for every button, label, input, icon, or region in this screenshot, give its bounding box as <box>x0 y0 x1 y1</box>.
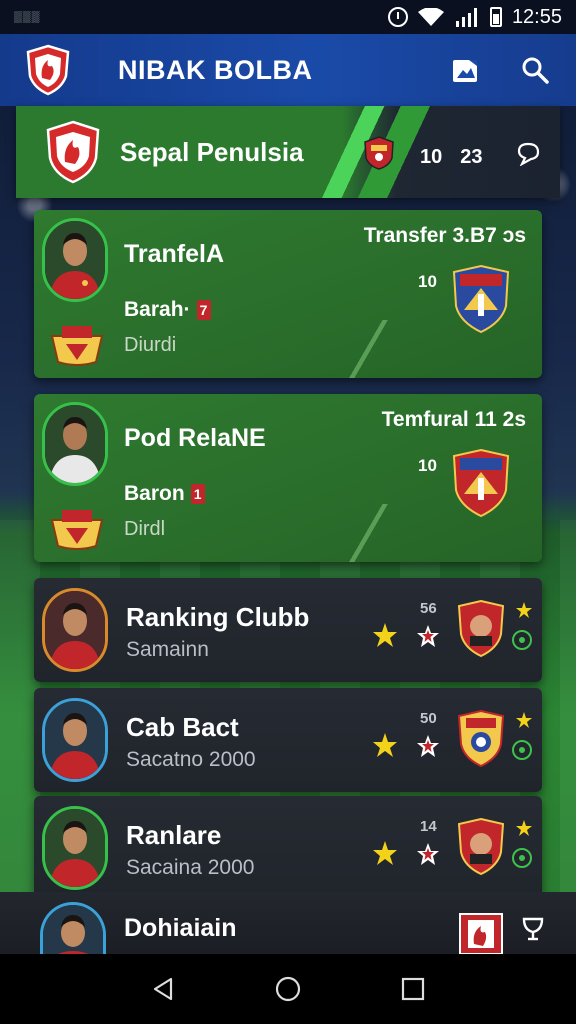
player-sub2: Diurdi <box>124 334 177 356</box>
carrier-text: ▒▒▒ <box>14 11 41 23</box>
score-left: 10 <box>420 146 443 168</box>
club-crest-icon <box>458 600 504 658</box>
player-portrait-icon <box>45 591 105 669</box>
status-dot-icon <box>512 630 532 650</box>
card-sweep <box>304 504 444 562</box>
back-icon <box>153 977 172 1001</box>
featured-match-row[interactable]: Sepal Penulsia 10 23 <box>16 106 560 198</box>
search-button[interactable] <box>520 55 550 85</box>
player-avatar <box>42 698 108 782</box>
player-portrait-icon <box>45 221 105 299</box>
app-bar: NIBAK BOLBA <box>0 34 576 106</box>
player-sub: Barah· 7 <box>124 298 211 322</box>
small-star-icon <box>516 820 532 836</box>
club-emblem-icon <box>50 510 104 550</box>
club-name: Cab Bact <box>126 712 239 742</box>
star-badge-icon <box>417 625 439 647</box>
system-nav-bar <box>0 954 576 1024</box>
ranking-card[interactable]: Ranlare Sacaina 2000 14 <box>34 796 542 900</box>
player-portrait-icon <box>45 809 105 887</box>
club-badge-icon <box>46 120 100 184</box>
status-dot-icon <box>512 848 532 868</box>
feature-score: 10 23 <box>420 146 483 169</box>
transfer-number: 10 <box>418 272 437 291</box>
club-emblem-icon <box>50 326 104 366</box>
mini-crest-icon <box>364 136 394 170</box>
status-dot-icon <box>512 740 532 760</box>
club-crest-icon <box>459 913 503 954</box>
app-title: NIBAK BOLBA <box>118 54 313 85</box>
wifi-icon <box>417 8 444 26</box>
transfer-number: 10 <box>418 456 437 475</box>
rank-number: 56 <box>420 600 437 617</box>
status-icons: 12:55 <box>387 5 562 29</box>
edit-image-button[interactable] <box>450 55 480 85</box>
player-sub-text: Barah· <box>124 298 191 321</box>
player-avatar <box>42 402 108 486</box>
score-right: 23 <box>460 146 483 168</box>
club-crest-icon <box>458 818 504 876</box>
shield-logo-icon[interactable] <box>26 44 70 96</box>
star-badge-icon <box>417 735 439 757</box>
recents-icon <box>402 977 425 1001</box>
star-icon <box>373 623 397 647</box>
number-chip: 7 <box>196 300 211 320</box>
club-crest-icon <box>458 710 504 768</box>
ranking-card[interactable]: Ranking Clubb Samainn 56 <box>34 578 542 682</box>
club-crest-icon <box>452 448 510 518</box>
app-bar-actions <box>450 55 550 85</box>
recents-button[interactable] <box>399 975 427 1003</box>
small-star-icon <box>516 602 532 618</box>
bottom-player-bar[interactable]: Dohiaiain <box>0 892 576 968</box>
club-sub: Samainn <box>126 638 209 661</box>
number-chip: 1 <box>190 484 205 504</box>
player-sub2: Dirdl <box>124 518 166 540</box>
player-portrait-icon <box>45 701 105 779</box>
player-portrait-icon <box>45 405 105 483</box>
club-name: Ranlare <box>126 820 222 850</box>
star-badge-icon <box>417 843 439 865</box>
player-name: Dohiaiain <box>124 914 237 942</box>
feature-title: Sepal Penulsia <box>120 136 304 167</box>
small-star-icon <box>516 712 532 728</box>
trophy-icon[interactable] <box>520 916 546 942</box>
transfer-label: Temfural 11 2s <box>381 408 526 431</box>
star-icon <box>373 733 397 757</box>
player-name: Pod RelaNE <box>124 424 266 452</box>
back-button[interactable] <box>149 975 177 1003</box>
card-sweep <box>304 320 444 378</box>
star-icon <box>373 841 397 865</box>
transfer-card[interactable]: TranfelA Transfer 3.B7 ɔs 10 Barah· 7 Di… <box>34 210 542 378</box>
player-avatar <box>42 588 108 672</box>
signal-icon <box>455 8 477 27</box>
player-avatar <box>42 806 108 890</box>
player-sub: Baron 1 <box>124 482 205 506</box>
transfer-label: Transfer 3.B7 ɔs <box>363 224 526 247</box>
status-bar: ▒▒▒ 12:55 <box>0 0 576 34</box>
club-sub: Sacaina 2000 <box>126 856 255 879</box>
ranking-card[interactable]: Cab Bact Sacatno 2000 50 <box>34 688 542 792</box>
battery-icon <box>489 7 502 27</box>
alarm-icon <box>387 7 408 27</box>
rank-number: 14 <box>420 818 437 835</box>
rank-number: 50 <box>420 710 437 727</box>
transfer-card[interactable]: Pod RelaNE Temfural 11 2s 10 Baron 1 Dir… <box>34 394 542 562</box>
home-button[interactable] <box>274 975 302 1003</box>
status-time: 12:55 <box>511 5 562 28</box>
club-crest-icon <box>452 264 510 334</box>
player-avatar <box>42 218 108 302</box>
edit-image-icon <box>453 60 477 82</box>
search-icon <box>522 57 549 84</box>
chat-icon[interactable] <box>516 142 540 166</box>
player-name: TranfelA <box>124 240 225 268</box>
player-sub-text: Baron <box>124 482 185 505</box>
club-sub: Sacatno 2000 <box>126 748 256 771</box>
home-icon <box>275 976 301 1002</box>
club-name: Ranking Clubb <box>126 602 310 632</box>
